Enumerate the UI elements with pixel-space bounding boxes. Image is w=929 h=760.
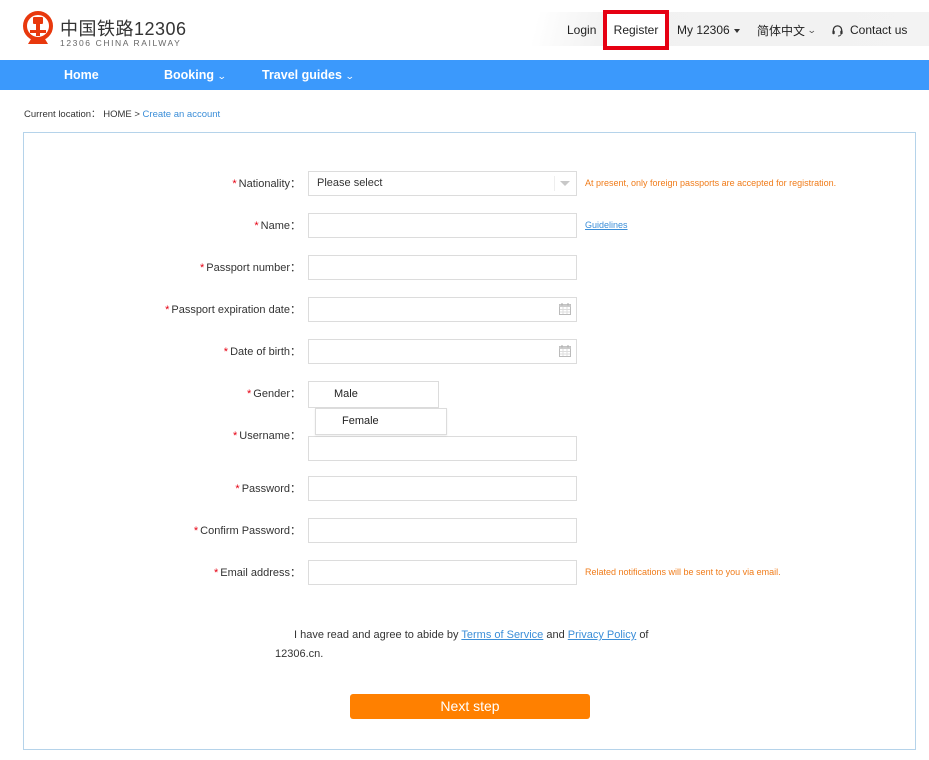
chevron-down-icon: ⌄ xyxy=(806,24,817,35)
gender-label: * Gender： xyxy=(247,388,301,400)
logo-text-en: 12306 CHINA RAILWAY xyxy=(60,38,182,48)
username-label: * Username： xyxy=(232,430,301,442)
guidelines-link-wrap: Guidelines xyxy=(585,213,628,238)
required-mark: * xyxy=(193,525,199,537)
breadcrumb: Current location： HOME > Create an accou… xyxy=(24,106,220,120)
required-mark: * xyxy=(165,304,170,316)
nav-home[interactable]: Home xyxy=(64,60,99,90)
main-nav-bar: Home Booking ⌄ Travel guides ⌄ xyxy=(0,60,929,90)
required-mark: * xyxy=(235,483,240,495)
headset-icon xyxy=(832,24,843,37)
username-input[interactable] xyxy=(308,436,577,461)
agreement-site: 12306.cn. xyxy=(275,648,324,660)
privacy-policy-link[interactable]: Privacy Policy xyxy=(568,629,636,641)
calendar-icon[interactable] xyxy=(559,345,571,357)
register-link[interactable]: Register xyxy=(603,10,669,50)
required-mark: * xyxy=(232,430,238,442)
contact-label: Contact us xyxy=(850,23,908,37)
nationality-hint: At present, only foreign passports are a… xyxy=(585,178,837,188)
nationality-select-value: Please select xyxy=(317,177,383,189)
nav-travel-guides-label: Travel guides xyxy=(262,68,342,82)
confirm-password-input[interactable] xyxy=(308,518,577,543)
breadcrumb-home[interactable]: HOME xyxy=(103,109,132,120)
breadcrumb-current[interactable]: Create an account xyxy=(143,109,221,120)
email-hint: Related notifications will be sent to yo… xyxy=(585,567,781,577)
login-link[interactable]: Login xyxy=(567,20,596,40)
nav-booking-label: Booking xyxy=(164,68,214,82)
gender-option-male[interactable]: Male xyxy=(308,381,439,408)
password-label: * Password： xyxy=(235,483,301,495)
nav-booking[interactable]: Booking ⌄ xyxy=(164,60,227,90)
next-step-button[interactable]: Next step xyxy=(350,694,590,719)
agreement-text: I have read and agree to abide by Terms … xyxy=(275,626,655,664)
breadcrumb-separator: > xyxy=(134,109,140,120)
confirm-password-label: * Confirm Password： xyxy=(193,525,301,537)
railway-logo-icon xyxy=(23,11,53,44)
name-input[interactable] xyxy=(308,213,577,238)
required-mark: * xyxy=(254,220,259,232)
contact-link[interactable]: Contact us xyxy=(831,20,907,40)
nationality-select[interactable]: Please select xyxy=(308,171,577,196)
register-label: Register xyxy=(613,23,659,37)
nationality-label: * Nationality： xyxy=(232,178,301,190)
breadcrumb-prefix: Current location： xyxy=(24,109,101,120)
required-mark: * xyxy=(232,178,237,190)
passport-number-input[interactable] xyxy=(308,255,577,280)
language-label: 简体中文 xyxy=(757,23,806,38)
chevron-down-icon: ⌄ xyxy=(216,71,227,81)
required-mark: * xyxy=(214,567,219,579)
password-input[interactable] xyxy=(308,476,577,501)
chevron-down-icon: ⌄ xyxy=(344,71,355,81)
calendar-icon[interactable] xyxy=(559,303,571,315)
nav-travel-guides[interactable]: Travel guides ⌄ xyxy=(262,60,355,90)
site-logo[interactable]: 中国铁路12306 12306 CHINA RAILWAY xyxy=(22,11,186,49)
site-header: 中国铁路12306 12306 CHINA RAILWAY Login Regi… xyxy=(0,0,929,60)
email-label: * Email address： xyxy=(214,567,301,579)
passport-expiration-label: * Passport expiration date： xyxy=(165,304,301,316)
email-input[interactable] xyxy=(308,560,577,585)
required-mark: * xyxy=(247,388,252,400)
terms-of-service-link[interactable]: Terms of Service xyxy=(461,629,543,641)
passport-number-label: * Passport number： xyxy=(199,262,301,274)
passport-expiration-input[interactable] xyxy=(308,297,577,322)
my-12306-menu[interactable]: My 12306 xyxy=(677,20,740,40)
agreement-prefix: I have read and agree to abide by xyxy=(294,629,459,641)
required-mark: * xyxy=(199,262,205,274)
date-of-birth-input[interactable] xyxy=(308,339,577,364)
guidelines-link[interactable]: Guidelines xyxy=(585,220,628,230)
agreement-and: and xyxy=(546,629,565,641)
dropdown-arrow-icon xyxy=(560,181,570,186)
select-divider xyxy=(554,176,555,191)
agreement-of: of xyxy=(639,629,649,641)
name-label: * Name： xyxy=(254,220,301,232)
caret-down-icon xyxy=(733,28,740,33)
language-menu[interactable]: 简体中文 ⌄ xyxy=(757,20,817,40)
required-mark: * xyxy=(223,346,229,358)
my-12306-label: My 12306 xyxy=(677,23,730,37)
date-of-birth-label: * Date of birth： xyxy=(223,346,301,358)
gender-option-female[interactable]: Female xyxy=(315,408,447,435)
